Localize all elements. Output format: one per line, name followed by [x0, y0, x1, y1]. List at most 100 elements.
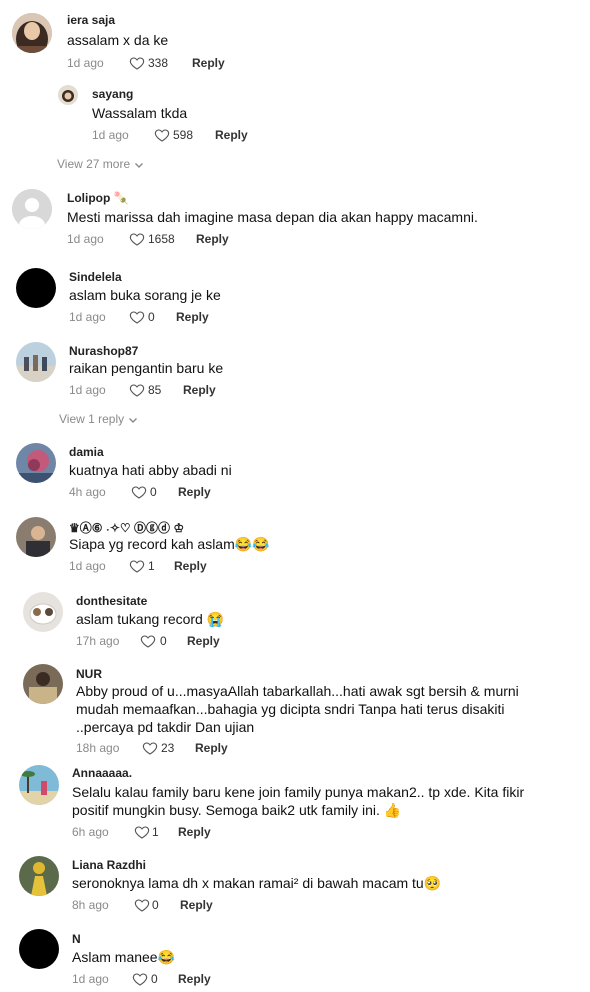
reply-button[interactable]: Reply	[178, 485, 211, 499]
heart-outline-icon[interactable]	[132, 971, 148, 987]
view-more-label: View 1 reply	[59, 412, 125, 426]
comment-username[interactable]: damia	[69, 445, 104, 459]
reply-button[interactable]: Reply	[187, 634, 220, 648]
avatar[interactable]	[23, 664, 63, 704]
chevron-down-icon	[129, 417, 138, 423]
avatar[interactable]	[16, 342, 56, 382]
view-more-replies[interactable]: View 1 reply	[59, 412, 138, 426]
avatar[interactable]	[58, 85, 78, 105]
avatar[interactable]	[19, 929, 59, 969]
reply-button[interactable]: Reply	[192, 56, 225, 70]
comment-username[interactable]: sayang	[92, 87, 133, 101]
reply-button[interactable]: Reply	[178, 825, 211, 839]
comment-item: Nurashop87 raikan pengantin baru ke 1d a…	[0, 337, 590, 407]
heart-outline-icon[interactable]	[129, 382, 145, 398]
comment-meta: 1d ago 85 Reply	[69, 383, 369, 399]
avatar-image	[19, 765, 59, 805]
avatar-image	[23, 664, 63, 704]
avatar-image	[19, 856, 59, 896]
comment-time: 4h ago	[69, 485, 106, 499]
like-count: 0	[152, 898, 159, 912]
comment-meta: 6h ago 1 Reply	[72, 825, 372, 841]
avatar[interactable]	[16, 517, 56, 557]
like-count: 0	[148, 310, 155, 324]
reply-button[interactable]: Reply	[176, 310, 209, 324]
heart-outline-icon[interactable]	[134, 897, 150, 913]
comment-time: 1d ago	[69, 383, 106, 397]
heart-outline-icon[interactable]	[154, 127, 170, 143]
comment-meta: 18h ago 23 Reply	[76, 741, 376, 757]
comment-time: 1d ago	[67, 232, 104, 246]
avatar[interactable]	[19, 856, 59, 896]
avatar[interactable]	[12, 189, 52, 229]
reply-button[interactable]: Reply	[178, 972, 211, 986]
comment-username[interactable]: Lolipop 🍡	[67, 191, 129, 205]
avatar-image	[58, 85, 78, 105]
comment-item: donthesitate aslam tukang record 😭 17h a…	[0, 587, 590, 659]
comment-text: aslam buka sorang je ke	[69, 287, 221, 303]
comment-meta: 17h ago 0 Reply	[76, 634, 376, 650]
heart-outline-icon[interactable]	[129, 309, 145, 325]
avatar[interactable]	[19, 765, 59, 805]
comment-meta: 1d ago 1658 Reply	[67, 232, 367, 248]
heart-outline-icon[interactable]	[140, 633, 156, 649]
like-count: 0	[150, 485, 157, 499]
like-count: 1	[148, 559, 155, 573]
heart-outline-icon[interactable]	[134, 824, 150, 840]
like-count: 598	[173, 128, 194, 142]
like-count: 0	[151, 972, 158, 986]
comment-meta: 1d ago 598 Reply	[92, 128, 392, 144]
comment-item: Lolipop 🍡 Mesti marissa dah imagine masa…	[0, 180, 590, 255]
comment-item: Liana Razdhi seronoknya lama dh x makan …	[0, 850, 590, 922]
avatar[interactable]	[16, 268, 56, 308]
reply-button[interactable]: Reply	[196, 232, 229, 246]
comment-text: raikan pengantin baru ke	[69, 360, 224, 376]
comment-username[interactable]: Annaaaaa.	[72, 766, 132, 780]
reply-button[interactable]: Reply	[180, 898, 213, 912]
comment-meta: 1d ago 1 Reply	[69, 559, 369, 575]
comment-text-line: Selalu kalau family baru kene join famil…	[72, 784, 525, 800]
avatar[interactable]	[16, 443, 56, 483]
like-count: 1658	[148, 232, 175, 246]
comment-item: Sindelela aslam buka sorang je ke 1d ago…	[0, 262, 590, 337]
heart-outline-icon[interactable]	[129, 558, 145, 574]
avatar[interactable]	[23, 592, 63, 632]
comment-text: Wassalam tkda	[92, 105, 188, 121]
avatar[interactable]	[12, 13, 52, 53]
avatar-image	[23, 592, 63, 632]
like-count: 1	[152, 825, 159, 839]
view-more-label: View 27 more	[57, 157, 131, 171]
comment-time: 1d ago	[69, 310, 106, 324]
comment-username[interactable]: Nurashop87	[69, 344, 138, 358]
comment-item: Annaaaaa. Selalu kalau family baru kene …	[0, 759, 590, 844]
comment-username[interactable]: donthesitate	[76, 594, 147, 608]
comment-time: 18h ago	[76, 741, 120, 755]
avatar-image	[16, 517, 56, 557]
chevron-down-icon	[135, 162, 144, 168]
view-more-replies[interactable]: View 27 more	[57, 157, 144, 171]
like-count: 23	[161, 741, 175, 755]
comment-username[interactable]: N	[72, 932, 81, 946]
comment-text-line: Abby proud of u...masyaAllah tabarkallah…	[76, 683, 519, 699]
like-count: 0	[160, 634, 167, 648]
heart-outline-icon[interactable]	[129, 231, 145, 247]
comment-text: Siapa yg record kah aslam😂😂	[69, 536, 270, 552]
heart-outline-icon[interactable]	[142, 740, 158, 756]
comment-username[interactable]: iera saja	[67, 13, 115, 27]
reply-button[interactable]: Reply	[215, 128, 248, 142]
heart-outline-icon[interactable]	[129, 55, 145, 71]
comment-item: N Aslam manee😂 1d ago 0 Reply	[0, 922, 590, 992]
comment-username[interactable]: ♛Ⓐ⑥ ˖✧♡ Ⓓⓖⓓ ♔	[69, 519, 184, 536]
comment-username[interactable]: Sindelela	[69, 270, 122, 284]
reply-button[interactable]: Reply	[174, 559, 207, 573]
reply-button[interactable]: Reply	[183, 383, 216, 397]
like-count: 338	[148, 56, 169, 70]
comment-item: NUR Abby proud of u...masyaAllah tabarka…	[0, 659, 590, 759]
comment-username[interactable]: Liana Razdhi	[72, 858, 146, 872]
comment-meta: 1d ago 0 Reply	[72, 972, 372, 988]
comment-text: Aslam manee😂	[72, 949, 176, 965]
comment-username[interactable]: NUR	[76, 667, 102, 681]
reply-button[interactable]: Reply	[195, 741, 228, 755]
heart-outline-icon[interactable]	[131, 484, 147, 500]
comment-text-line: ..percaya pd takdir Dan ujian	[76, 719, 255, 735]
